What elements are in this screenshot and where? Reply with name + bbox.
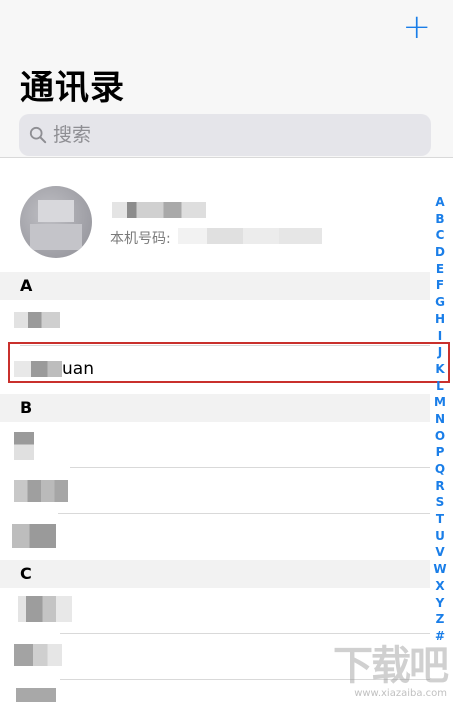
nav-header: + 通讯录 (0, 0, 453, 158)
contact-name-redacted (14, 312, 60, 328)
contact-row[interactable] (0, 514, 430, 560)
index-letter[interactable]: N (433, 411, 447, 428)
contact-name-redacted (12, 524, 56, 548)
index-letter[interactable]: C (433, 227, 447, 244)
contact-name-redacted (18, 596, 72, 622)
watermark: 下载吧 www.xiazaiba.com (333, 643, 449, 699)
index-letter[interactable]: Y (433, 595, 447, 612)
my-number-label: 本机号码: (110, 231, 171, 247)
search-icon (29, 126, 47, 144)
contact-name-redacted (16, 688, 56, 702)
contact-row[interactable] (0, 422, 430, 468)
contact-row[interactable] (0, 468, 430, 514)
index-letter[interactable]: E (433, 261, 447, 278)
index-letter[interactable]: Z (433, 611, 447, 628)
index-letter[interactable]: O (433, 428, 447, 445)
contact-name-redacted (14, 480, 68, 502)
avatar (20, 186, 92, 258)
index-letter[interactable]: X (433, 578, 447, 595)
index-letter[interactable]: S (433, 494, 447, 511)
contact-name-redacted (14, 361, 62, 377)
index-letter[interactable]: I (433, 328, 447, 345)
contact-row[interactable] (0, 588, 430, 634)
index-letter[interactable]: F (433, 277, 447, 294)
my-name-redacted (112, 202, 206, 218)
section-index-bar[interactable]: A B C D E F G H I J K L M N O P Q R S T U V W X Y Z # (433, 194, 447, 645)
index-letter[interactable]: L (433, 378, 447, 395)
index-letter[interactable]: W (433, 561, 447, 578)
add-contact-button[interactable]: + (403, 10, 432, 44)
my-card[interactable]: 本机号码: (0, 176, 453, 268)
index-letter[interactable]: T (433, 511, 447, 528)
index-letter[interactable]: J (433, 344, 447, 361)
contact-row-highlighted[interactable]: uan (0, 346, 430, 392)
watermark-logo: 下载吧 (333, 643, 449, 689)
section-header-c: C (0, 560, 430, 588)
section-header-a: A (0, 272, 430, 300)
contact-name-redacted (14, 644, 62, 666)
index-letter[interactable]: A (433, 194, 447, 211)
index-letter[interactable]: R (433, 478, 447, 495)
contact-name: uan (62, 359, 94, 379)
my-number-redacted (178, 228, 322, 244)
search-bar[interactable] (19, 114, 431, 156)
search-input[interactable] (53, 124, 393, 146)
page-title: 通讯录 (20, 68, 125, 108)
index-letter[interactable]: M (433, 394, 447, 411)
index-letter[interactable]: H (433, 311, 447, 328)
contact-name-redacted (14, 432, 34, 460)
index-letter[interactable]: P (433, 444, 447, 461)
index-letter[interactable]: D (433, 244, 447, 261)
index-letter[interactable]: K (433, 361, 447, 378)
index-letter[interactable]: G (433, 294, 447, 311)
section-header-b: B (0, 394, 430, 422)
index-letter[interactable]: Q (433, 461, 447, 478)
contact-row[interactable] (0, 300, 430, 346)
watermark-url: www.xiazaiba.com (354, 688, 447, 699)
index-letter[interactable]: U (433, 528, 447, 545)
index-letter[interactable]: V (433, 544, 447, 561)
index-letter[interactable]: B (433, 211, 447, 228)
